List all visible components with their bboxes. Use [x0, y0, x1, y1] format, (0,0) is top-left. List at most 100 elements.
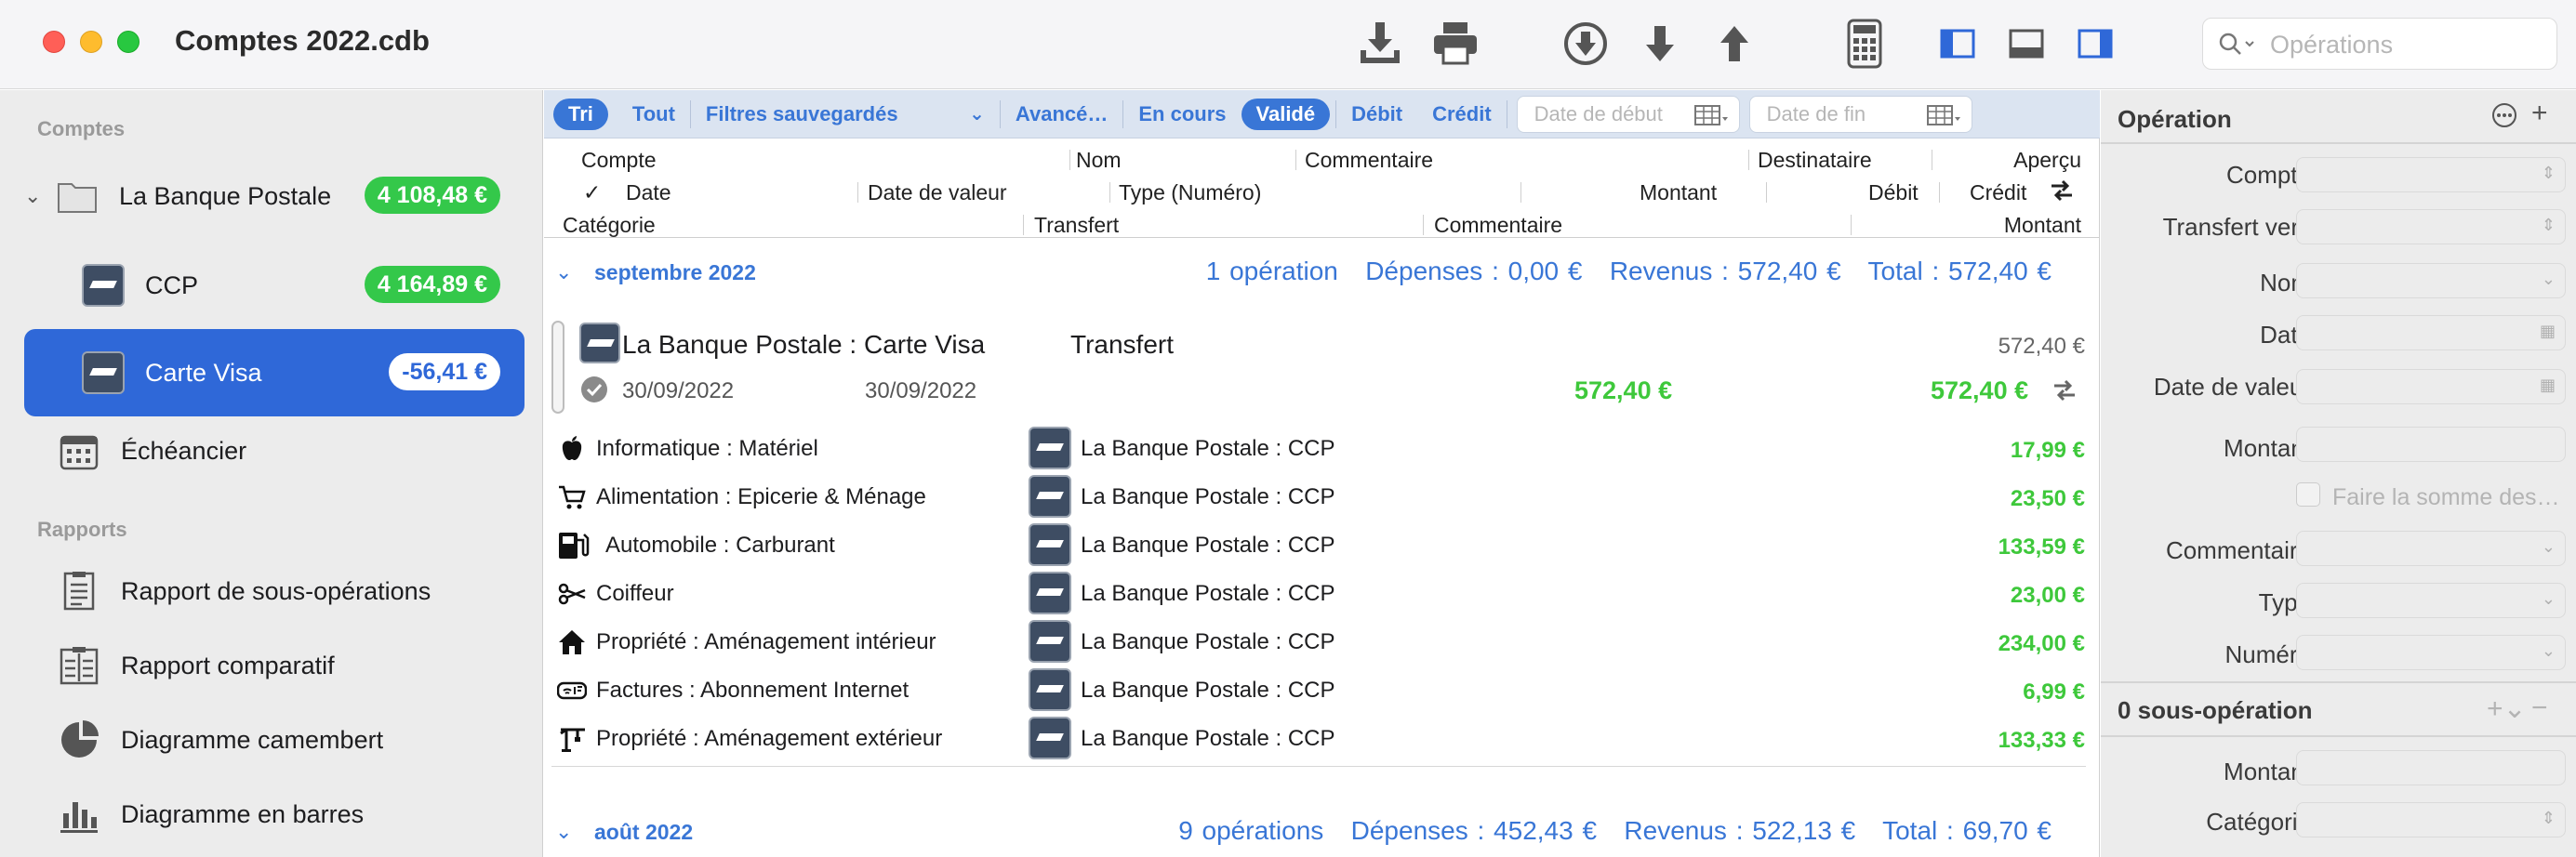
toggle-bottom-panel-icon[interactable]	[1999, 17, 2053, 71]
advanced-filter-button[interactable]: Avancé…	[1001, 99, 1122, 130]
column-header-compte[interactable]: Compte	[581, 148, 657, 173]
start-date-field[interactable]: Date de début	[1516, 95, 1740, 133]
sidebar-item-carte-visa[interactable]: Carte Visa -56,41 €	[24, 329, 524, 416]
list-item[interactable]: Alimentation : Epicerie & Ménage La Banq…	[544, 473, 2100, 521]
list-item[interactable]: Factures : Abonnement Internet La Banque…	[544, 666, 2100, 715]
toggle-right-sidebar-icon[interactable]	[2068, 17, 2122, 71]
column-header-montant-split[interactable]: Montant	[2004, 213, 2081, 238]
bank-logo-icon	[1029, 572, 1071, 614]
accounts-header: Comptes	[37, 117, 126, 140]
chevron-down-icon[interactable]: ⌄	[24, 184, 50, 208]
search-input[interactable]	[2270, 28, 2540, 61]
number-combobox[interactable]: ⌄	[2296, 635, 2566, 670]
add-icon[interactable]: +	[2531, 98, 2548, 129]
group-expenses: Dépenses : 452,43 €	[1350, 816, 1598, 845]
list-item[interactable]: Propriété : Aménagement intérieur La Ban…	[544, 618, 2100, 666]
comment-combobox[interactable]: ⌄	[2296, 531, 2566, 566]
sum-checkbox[interactable]	[2296, 482, 2320, 507]
column-header-credit[interactable]: Crédit	[1970, 180, 2026, 205]
inspector-title: Opération	[2118, 105, 2232, 133]
list-item[interactable]: Propriété : Aménagement extérieur La Ban…	[544, 715, 2100, 763]
filter-validated-button[interactable]: Validé	[1241, 98, 1331, 130]
sidebar-group-la-banque-postale[interactable]: ⌄ La Banque Postale 4 108,48 €	[24, 152, 524, 240]
list-item[interactable]: Automobile : Carburant La Banque Postale…	[544, 521, 2100, 570]
date-field[interactable]: ▦	[2296, 315, 2566, 350]
download-circle-icon[interactable]	[1559, 17, 1613, 71]
month-group-header[interactable]: ⌄ août 2022 9 opérations Dépenses : 452,…	[544, 809, 2100, 857]
column-header-date[interactable]: Date	[626, 180, 671, 205]
column-header-commentaire-split[interactable]: Commentaire	[1434, 213, 1562, 238]
amount-field[interactable]	[2296, 427, 2566, 462]
add-split-icon[interactable]: +⌄	[2487, 692, 2527, 725]
split-account: La Banque Postale : CCP	[1081, 678, 1335, 703]
filter-all-button[interactable]: Tout	[617, 99, 690, 130]
split-amount: 17,99 €	[2010, 438, 2085, 463]
sort-button[interactable]: Tri	[553, 98, 608, 130]
more-options-icon[interactable]	[2490, 101, 2518, 137]
column-headers: Compte Nom Commentaire Destinataire Aper…	[544, 139, 2100, 238]
bank-logo-icon	[1029, 475, 1071, 518]
crane-icon	[557, 724, 587, 754]
month-group-header[interactable]: ⌄ septembre 2022 1 opération Dépenses : …	[544, 249, 2100, 301]
print-icon[interactable]	[1428, 17, 1482, 71]
group-expenses: Dépenses : 0,00 €	[1365, 257, 1583, 285]
split-category-select[interactable]: ⇕	[2296, 802, 2566, 837]
toggle-left-sidebar-icon[interactable]	[1931, 17, 1985, 71]
value-date-field[interactable]: ▦	[2296, 369, 2566, 404]
split-amount: 234,00 €	[1998, 631, 2085, 656]
folder-icon	[56, 175, 99, 218]
zoom-window-button[interactable]	[117, 31, 139, 53]
sidebar: Comptes ⌄ La Banque Postale 4 108,48 € C…	[0, 90, 543, 857]
list-item[interactable]: Informatique : Matériel La Banque Postal…	[544, 425, 2100, 473]
column-header-date-valeur[interactable]: Date de valeur	[868, 180, 1007, 205]
sidebar-item-label: Diagramme en barres	[121, 799, 365, 828]
bar-chart-icon	[58, 793, 100, 836]
column-header-montant[interactable]: Montant	[1640, 180, 1717, 205]
column-header-nom[interactable]: Nom	[1076, 148, 1122, 173]
chevron-down-icon[interactable]: ⌄	[555, 260, 572, 284]
bank-logo-icon	[82, 264, 125, 307]
column-header-check[interactable]: ✓	[583, 180, 601, 205]
split-amount: 133,33 €	[1998, 728, 2085, 753]
column-header-transfert[interactable]: Transfert	[1034, 213, 1119, 238]
saved-filters-popup[interactable]: Filtres sauvegardés ⌄	[691, 99, 1000, 130]
calendar-grid-icon[interactable]	[1693, 104, 1730, 126]
filter-pending-button[interactable]: En cours	[1123, 99, 1241, 130]
column-header-commentaire[interactable]: Commentaire	[1305, 148, 1433, 173]
sidebar-item-diagramme-barres[interactable]: Diagramme en barres	[24, 771, 524, 857]
calendar-grid-icon[interactable]	[1926, 104, 1962, 126]
sidebar-item-echeancier[interactable]: Échéancier	[24, 407, 524, 494]
split-amount: 23,50 €	[2010, 486, 2085, 511]
list-item[interactable]: Coiffeur La Banque Postale : CCP 23,00 €	[544, 570, 2100, 618]
filter-credit-button[interactable]: Crédit	[1417, 99, 1507, 130]
calculator-icon[interactable]	[1838, 17, 1892, 71]
chevron-down-icon[interactable]: ⌄	[555, 820, 572, 844]
column-header-categorie[interactable]: Catégorie	[563, 213, 656, 238]
close-window-button[interactable]	[43, 31, 65, 53]
split-amount-field[interactable]	[2296, 750, 2566, 785]
name-combobox[interactable]: ⌄	[2296, 263, 2566, 298]
column-header-destinataire[interactable]: Destinataire	[1758, 148, 1872, 173]
minimize-window-button[interactable]	[80, 31, 102, 53]
remove-split-icon[interactable]: −	[2531, 692, 2548, 724]
arrow-up-icon[interactable]	[1707, 17, 1761, 71]
sidebar-item-ccp[interactable]: CCP 4 164,89 €	[24, 242, 524, 329]
column-header-apercu[interactable]: Aperçu	[2013, 148, 2081, 173]
account-select[interactable]: ⇕	[2296, 157, 2566, 192]
start-date-placeholder: Date de début	[1534, 101, 1663, 125]
search-field[interactable]	[2202, 18, 2557, 70]
arrow-down-icon[interactable]	[1633, 17, 1687, 71]
validated-check-icon[interactable]	[579, 375, 609, 409]
fuel-pump-icon	[557, 531, 600, 560]
reports-header: Rapports	[37, 518, 127, 541]
end-date-field[interactable]: Date de fin	[1748, 95, 1972, 133]
column-header-type[interactable]: Type (Numéro)	[1119, 180, 1261, 205]
import-download-icon[interactable]	[1353, 17, 1407, 71]
chevron-down-icon: ⌄	[969, 104, 985, 125]
filter-debit-button[interactable]: Débit	[1336, 99, 1417, 130]
transfer-to-select[interactable]: ⇕	[2296, 209, 2566, 244]
type-combobox[interactable]: ⌄	[2296, 583, 2566, 618]
table-row[interactable]: La Banque Postale : Carte Visa Transfert…	[544, 319, 2100, 421]
column-header-debit[interactable]: Débit	[1868, 180, 1919, 205]
account-balance-badge: -56,41 €	[389, 353, 500, 390]
